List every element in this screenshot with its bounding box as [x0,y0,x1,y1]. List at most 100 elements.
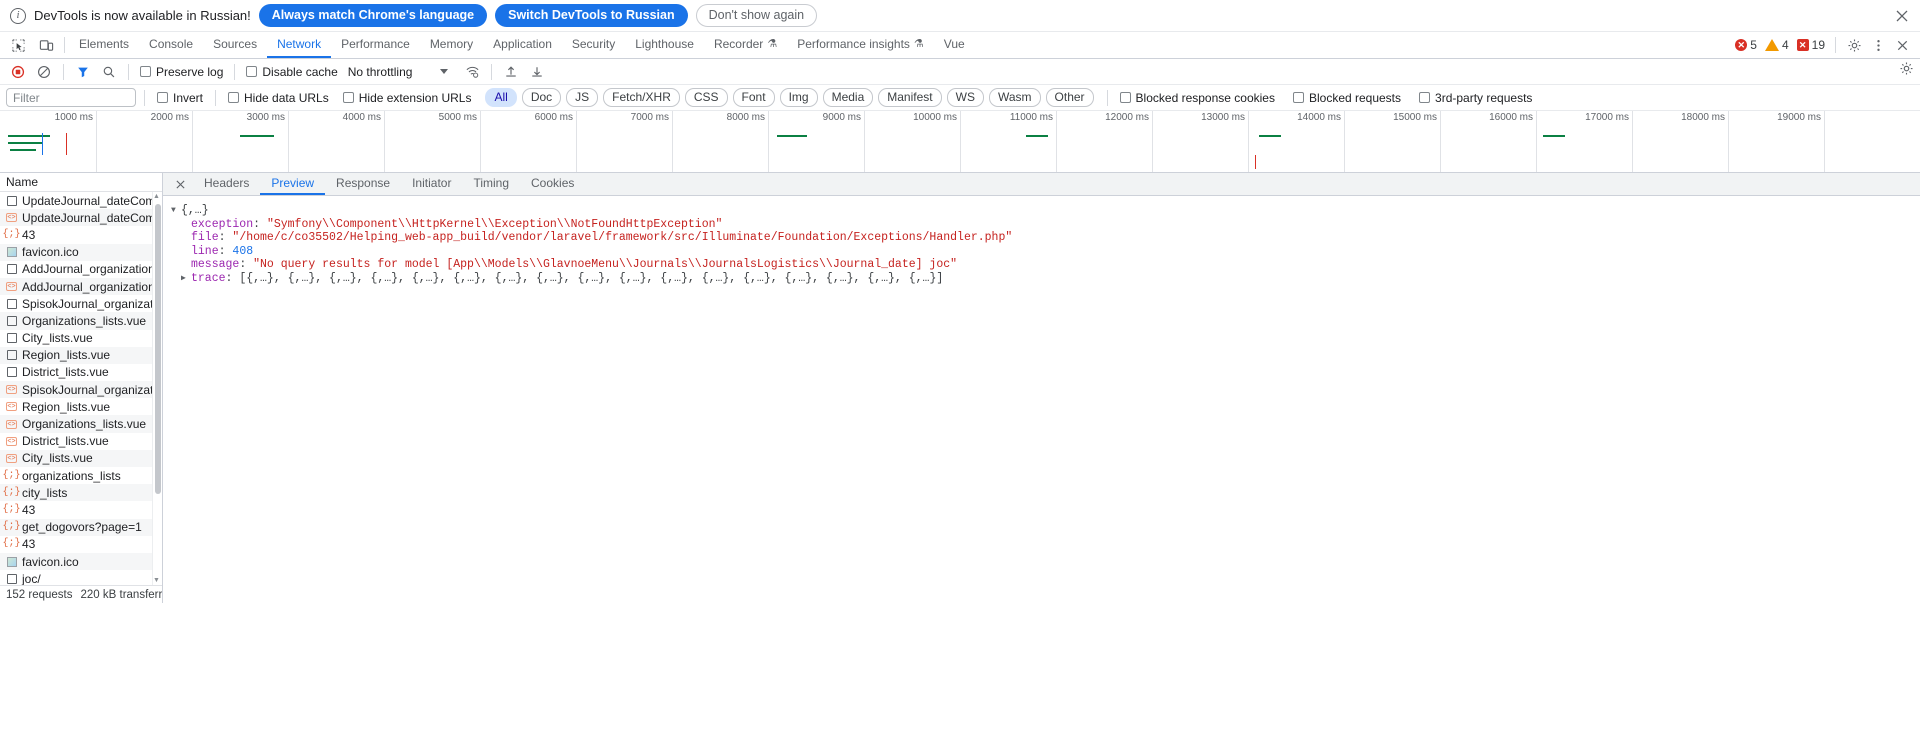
warning-badge-icon [1764,39,1779,51]
request-list-item[interactable]: AddJournal_organizationsC... [0,261,162,278]
request-list-item[interactable]: <> UpdateJournal_dateCompo... [0,209,162,227]
doc-icon [6,298,17,309]
request-list-item[interactable]: <> Region_lists.vue [0,398,162,415]
tab-application[interactable]: Application [483,32,562,58]
tab-elements[interactable]: Elements [69,32,139,58]
tab-performance-insights[interactable]: Performance insights ⚗ [787,32,934,58]
request-list-item[interactable]: {;} get_dogovors?page=1 [0,518,162,536]
request-list-item[interactable]: <> District_lists.vue [0,433,162,450]
device-toolbar-icon[interactable] [32,32,60,58]
tab-lighthouse[interactable]: Lighthouse [625,32,704,58]
type-filter-other[interactable]: Other [1045,88,1094,107]
type-filter-ws[interactable]: WS [946,88,984,107]
detail-tab-initiator[interactable]: Initiator [401,173,462,195]
import-har-icon[interactable] [499,61,523,83]
detail-tab-preview[interactable]: Preview [260,173,326,195]
network-settings-gear-icon[interactable] [1899,61,1914,76]
request-list-item[interactable]: {;} 43 [0,536,162,553]
json-trace-line[interactable]: ▶ trace : [{,…}, {,…}, {,…}, {,…}, {,…},… [171,272,1920,286]
more-vertical-icon[interactable] [1866,33,1890,57]
request-list-item[interactable]: {;} 43 [0,501,162,518]
invert-checkbox[interactable]: Invert [153,91,207,105]
issue-counter[interactable]: ✕ 19 [1793,38,1829,52]
clear-log-icon[interactable] [32,61,56,83]
network-conditions-icon[interactable] [460,61,484,83]
blocked-response-cookies-checkbox[interactable]: Blocked response cookies [1116,91,1279,105]
disable-cache-checkbox[interactable]: Disable cache [242,65,341,79]
filter-funnel-icon[interactable] [71,61,95,83]
tab-recorder[interactable]: Recorder ⚗ [704,32,787,58]
hide-extension-urls-checkbox[interactable]: Hide extension URLs [339,91,476,105]
detail-tab-timing[interactable]: Timing [462,173,520,195]
request-list-item[interactable]: District_lists.vue [0,364,162,381]
dont-show-again-button[interactable]: Don't show again [695,4,818,27]
request-list-item[interactable]: <> Organizations_lists.vue [0,415,162,433]
request-list-item[interactable]: <> SpisokJournal_organizations... [0,381,162,399]
tab-console[interactable]: Console [139,32,203,58]
request-list-item[interactable]: <> City_lists.vue [0,449,162,467]
tab-sources[interactable]: Sources [203,32,267,58]
request-list-item[interactable]: <> AddJournal_organizationsC... [0,277,162,296]
switch-to-russian-button[interactable]: Switch DevTools to Russian [495,4,688,27]
expand-triangle-icon[interactable]: ▼ [171,204,181,218]
request-list-item[interactable]: {;} city_lists [0,484,162,502]
scroll-up-arrow-icon[interactable]: ▲ [152,192,161,201]
tab-performance[interactable]: Performance [331,32,420,58]
type-filter-js[interactable]: JS [566,88,599,107]
close-icon[interactable] [167,173,193,195]
hide-data-urls-checkbox[interactable]: Hide data URLs [224,91,333,105]
tab-security[interactable]: Security [562,32,625,58]
type-filter-font[interactable]: Font [732,88,775,107]
json-root-line[interactable]: ▼ {,…} [171,204,1920,218]
record-stop-icon[interactable] [6,61,30,83]
type-filter-css[interactable]: CSS [684,88,728,107]
request-list-item[interactable]: Region_lists.vue [0,346,162,364]
filter-divider-3 [1106,89,1108,106]
tab-label: Performance [341,37,410,51]
type-filter-all[interactable]: All [485,88,517,107]
request-list-item[interactable]: favicon.ico [0,552,162,571]
tab-network[interactable]: Network [267,32,332,58]
request-list-scrollbar[interactable]: ▲ ▼ [152,192,162,585]
type-filter-fetch-xhr[interactable]: Fetch/XHR [603,88,680,107]
scrollbar-thumb[interactable] [155,204,161,494]
request-list-item[interactable]: {;} organizations_lists [0,467,162,484]
trace-expand-triangle-icon[interactable]: ▶ [181,272,191,286]
type-filter-media[interactable]: Media [822,88,874,107]
json-preview[interactable]: ▼ {,…} exception: "Symfony\\Component\\H… [163,196,1920,603]
always-match-language-button[interactable]: Always match Chrome's language [258,4,488,27]
close-panel-icon[interactable] [1890,33,1914,57]
detail-tab-cookies[interactable]: Cookies [520,173,585,195]
request-list-item[interactable]: UpdateJournal_dateCompo... [0,192,162,209]
export-har-icon[interactable] [525,61,549,83]
request-list-item[interactable]: {;} 43 [0,226,162,243]
scroll-down-arrow-icon[interactable]: ▼ [152,576,161,585]
request-list-item[interactable]: favicon.ico [0,243,162,261]
blocked-requests-checkbox[interactable]: Blocked requests [1289,91,1405,105]
preserve-log-checkbox[interactable]: Preserve log [136,65,227,79]
tab-memory[interactable]: Memory [420,32,483,58]
type-filter-doc[interactable]: Doc [521,88,562,107]
gear-icon[interactable] [1842,33,1866,57]
network-overview-timeline[interactable]: 1000 ms 2000 ms 3000 ms 4000 ms 5000 ms 6000 … [0,111,1920,173]
warning-counter[interactable]: 4 [1761,38,1793,52]
type-filter-wasm[interactable]: Wasm [988,88,1041,107]
error-counter[interactable]: ✕ 5 [1731,38,1761,52]
type-filter-img[interactable]: Img [779,88,818,107]
request-name: District_lists.vue [22,434,109,449]
inspect-element-icon[interactable] [4,32,32,58]
json-icon: {;} [2,538,21,550]
detail-tab-headers[interactable]: Headers [193,173,260,195]
type-filter-manifest[interactable]: Manifest [878,88,942,107]
tab-vue[interactable]: Vue [934,32,975,58]
search-icon[interactable] [97,61,121,83]
filter-input[interactable] [6,88,136,107]
request-list-item[interactable]: SpisokJournal_organizations... [0,295,162,312]
request-list-item[interactable]: Organizations_lists.vue [0,312,162,330]
third-party-requests-checkbox[interactable]: 3rd-party requests [1415,91,1536,105]
request-list-item[interactable]: City_lists.vue [0,330,162,347]
throttling-select[interactable]: No throttling [344,65,449,79]
detail-tab-response[interactable]: Response [325,173,401,195]
request-list-header[interactable]: Name [0,173,162,192]
close-icon[interactable] [1894,8,1910,24]
